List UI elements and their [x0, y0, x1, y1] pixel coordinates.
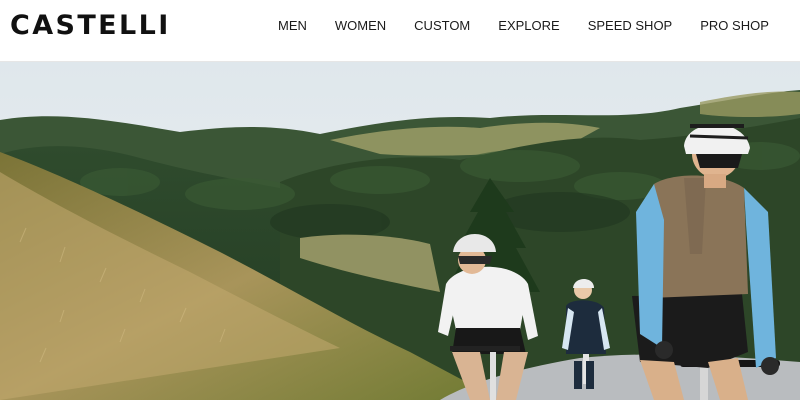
nav-item-pro-shop[interactable]: PRO SHOP [700, 16, 769, 36]
nav-item-women[interactable]: WOMEN [335, 16, 386, 36]
hero-banner[interactable] [0, 62, 800, 400]
nav-item-custom[interactable]: CUSTOM [414, 16, 470, 36]
hero-image [0, 62, 800, 400]
main-nav: MEN WOMEN CUSTOM EXPLORE SPEED SHOP PRO … [264, 16, 783, 36]
castelli-logo[interactable]: CASTELLI [10, 9, 171, 43]
site-header: CASTELLI MEN WOMEN CUSTOM EXPLORE SPEED … [0, 0, 800, 62]
nav-item-explore[interactable]: EXPLORE [498, 16, 559, 36]
nav-item-men[interactable]: MEN [278, 16, 307, 36]
nav-item-speed-shop[interactable]: SPEED SHOP [588, 16, 673, 36]
